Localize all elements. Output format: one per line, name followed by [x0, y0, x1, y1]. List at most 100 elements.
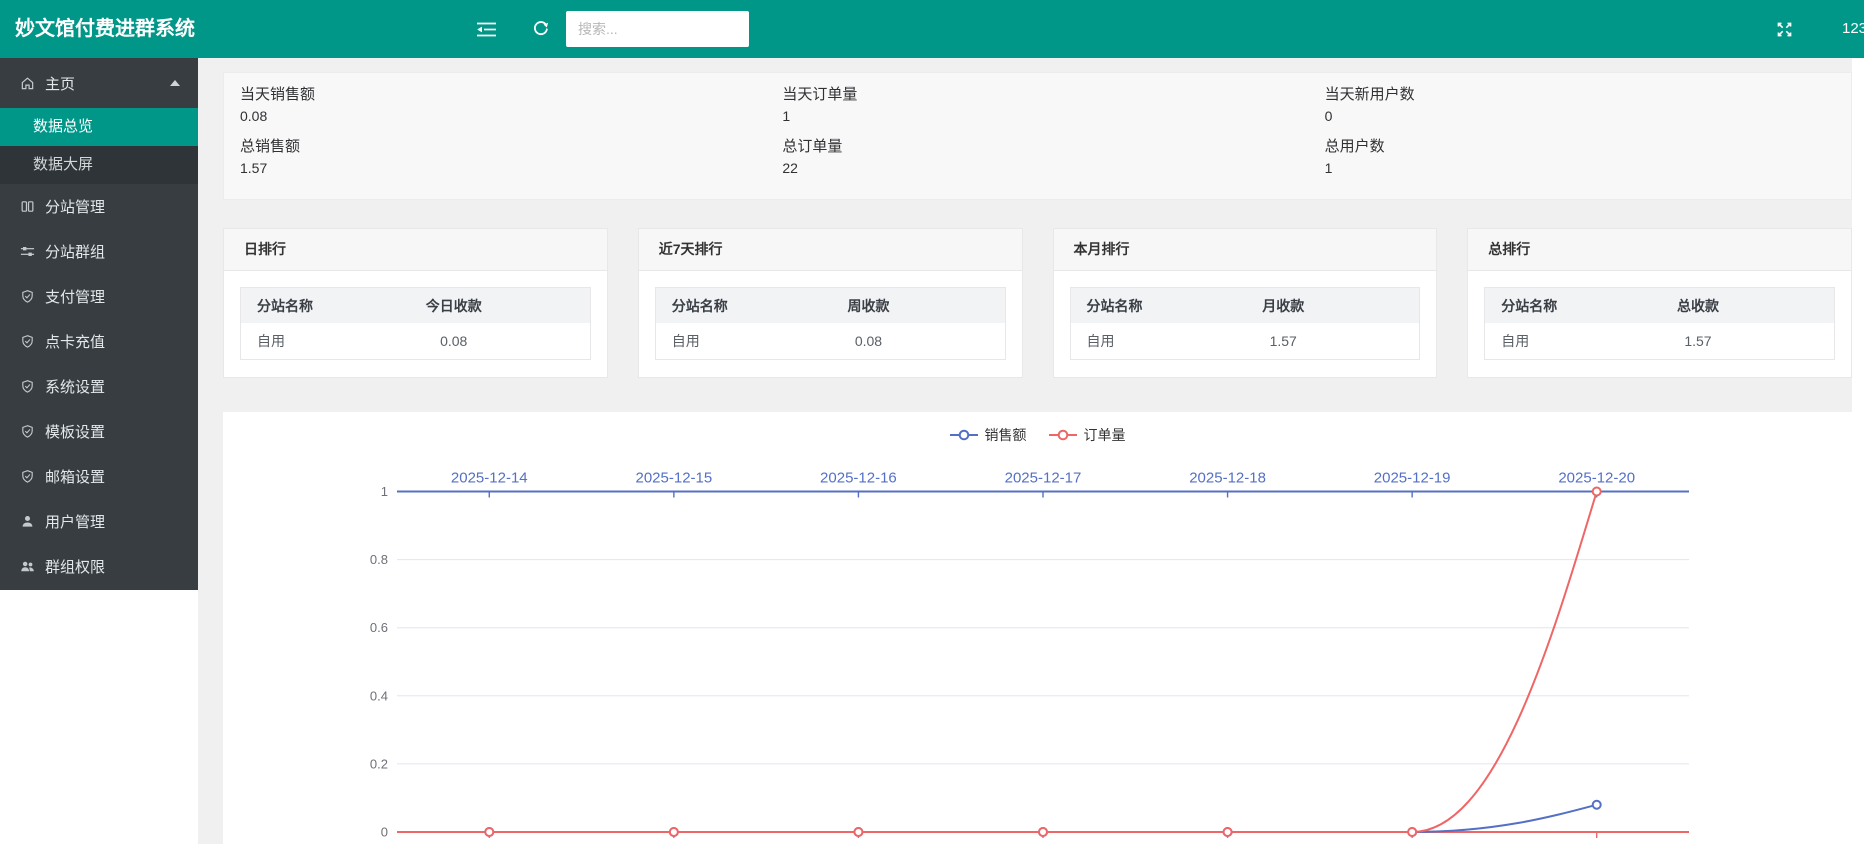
legend-item-0[interactable]: 销售额: [950, 425, 1027, 445]
topbar: 妙文馆付费进群系统 12345: [0, 0, 1864, 58]
ranking-card-title: 本月排行: [1054, 229, 1437, 271]
line-chart: 00.20.40.60.812025-12-142025-12-152025-1…: [223, 412, 1852, 844]
legend-label: 订单量: [1084, 425, 1126, 445]
ranking-card-2: 本月排行分站名称月收款自用1.57: [1053, 228, 1438, 378]
legend-label: 销售额: [985, 425, 1027, 445]
sidebar-item-label: 邮箱设置: [45, 466, 105, 487]
svg-text:2025-12-20: 2025-12-20: [1558, 470, 1635, 487]
sidebar-item-label: 群组权限: [45, 556, 105, 577]
ranking-card-1: 近7天排行分站名称周收款自用0.08: [638, 228, 1023, 378]
shield-check-icon: [20, 424, 35, 439]
ranking-table: 分站名称今日收款自用0.08: [240, 287, 591, 360]
table-header-row: 分站名称今日收款: [241, 288, 590, 323]
sidebar-item-4[interactable]: 点卡充值: [0, 319, 198, 364]
legend-item-1[interactable]: 订单量: [1049, 425, 1126, 445]
chart-panel: 销售额订单量 00.20.40.60.812025-12-142025-12-1…: [223, 412, 1852, 844]
sidebar-subitem-0-0[interactable]: 数据总览: [0, 108, 198, 146]
sidebar-item-1[interactable]: 分站管理: [0, 184, 198, 229]
legend-marker-icon: [1049, 429, 1077, 441]
svg-text:0.8: 0.8: [370, 552, 388, 567]
columns-icon: [20, 199, 35, 214]
stat-label: 总订单量: [782, 137, 1308, 157]
sidebar-item-0[interactable]: 主页: [0, 58, 198, 108]
ranking-card-body: 分站名称总收款自用1.57: [1468, 271, 1851, 360]
stats-panel: 当天销售额0.08当天订单量1当天新用户数0总销售额1.57总订单量22总用户数…: [223, 72, 1852, 200]
sidebar-subitem-0-1[interactable]: 数据大屏: [0, 146, 198, 184]
svg-text:2025-12-14: 2025-12-14: [451, 470, 528, 487]
col-header: 月收款: [1217, 296, 1350, 316]
sidebar-item-3[interactable]: 支付管理: [0, 274, 198, 319]
sidebar-item-6[interactable]: 模板设置: [0, 409, 198, 454]
table-row: 自用1.57: [1485, 323, 1834, 359]
stat-value: 22: [782, 157, 1308, 179]
sidebar-item-7[interactable]: 邮箱设置: [0, 454, 198, 499]
search-box: [566, 11, 749, 47]
shield-check-icon: [20, 379, 35, 394]
cell-site-name: 自用: [1485, 331, 1631, 351]
ranking-card-3: 总排行分站名称总收款自用1.57: [1467, 228, 1852, 378]
shield-check-icon: [20, 334, 35, 349]
sidebar-item-8[interactable]: 用户管理: [0, 499, 198, 544]
ranking-card-title: 日排行: [224, 229, 607, 271]
chevron-up-icon: [170, 80, 180, 86]
svg-text:1: 1: [381, 484, 388, 499]
ranking-card-title: 近7天排行: [639, 229, 1022, 271]
svg-text:2025-12-18: 2025-12-18: [1189, 470, 1266, 487]
stat-label: 当天销售额: [240, 85, 766, 105]
sidebar-item-9[interactable]: 群组权限: [0, 544, 198, 589]
collapse-menu-icon[interactable]: [477, 22, 496, 37]
cell-site-name: 自用: [241, 331, 387, 351]
stat-cell-1: 当天订单量1: [766, 85, 1308, 127]
stat-value: 1: [1325, 157, 1851, 179]
username[interactable]: 12345: [1842, 0, 1864, 58]
main-content: 当天销售额0.08当天订单量1当天新用户数0总销售额1.57总订单量22总用户数…: [198, 58, 1852, 844]
col-header: 分站名称: [241, 296, 387, 316]
sidebar-item-label: 点卡充值: [45, 331, 105, 352]
cell-amount: 0.08: [802, 333, 935, 349]
col-header: 分站名称: [1485, 296, 1631, 316]
cell-amount: 1.57: [1632, 333, 1765, 349]
ranking-table: 分站名称周收款自用0.08: [655, 287, 1006, 360]
svg-text:2025-12-15: 2025-12-15: [635, 470, 712, 487]
stat-cell-2: 当天新用户数0: [1309, 85, 1851, 127]
stat-label: 当天新用户数: [1325, 85, 1851, 105]
stat-value: 0: [1325, 105, 1851, 127]
stat-label: 总销售额: [240, 137, 766, 157]
ranking-card-body: 分站名称周收款自用0.08: [639, 271, 1022, 360]
stat-label: 总用户数: [1325, 137, 1851, 157]
sidebar-item-2[interactable]: 分站群组: [0, 229, 198, 274]
stat-value: 0.08: [240, 105, 766, 127]
sidebar-item-label: 分站群组: [45, 241, 105, 262]
table-header-row: 分站名称总收款: [1485, 288, 1834, 323]
svg-text:2025-12-16: 2025-12-16: [820, 470, 897, 487]
sidebar-item-label: 支付管理: [45, 286, 105, 307]
sidebar-item-label: 系统设置: [45, 376, 105, 397]
user-icon: [20, 514, 35, 529]
stat-cell-0: 当天销售额0.08: [224, 85, 766, 127]
cell-amount: 0.08: [387, 333, 520, 349]
sidebar-item-label: 主页: [45, 73, 75, 94]
app-title: 妙文馆付费进群系统: [15, 0, 195, 58]
svg-text:0.6: 0.6: [370, 620, 388, 635]
sidebar-item-label: 分站管理: [45, 196, 105, 217]
refresh-icon[interactable]: [532, 20, 549, 37]
search-input[interactable]: [566, 11, 749, 47]
col-header: 总收款: [1632, 296, 1765, 316]
fullscreen-icon[interactable]: [1776, 21, 1793, 38]
stat-cell-4: 总订单量22: [766, 137, 1308, 179]
shield-check-icon: [20, 469, 35, 484]
svg-text:0: 0: [381, 825, 388, 840]
sidebar-item-5[interactable]: 系统设置: [0, 364, 198, 409]
cell-site-name: 自用: [656, 331, 802, 351]
col-header: 分站名称: [656, 296, 802, 316]
legend-marker-icon: [950, 429, 978, 441]
table-row: 自用0.08: [241, 323, 590, 359]
svg-text:0.2: 0.2: [370, 756, 388, 771]
ranking-card-0: 日排行分站名称今日收款自用0.08: [223, 228, 608, 378]
ranking-table: 分站名称月收款自用1.57: [1070, 287, 1421, 360]
stat-value: 1: [782, 105, 1308, 127]
stat-cell-3: 总销售额1.57: [224, 137, 766, 179]
cell-amount: 1.57: [1217, 333, 1350, 349]
shield-check-icon: [20, 289, 35, 304]
ranking-card-title: 总排行: [1468, 229, 1851, 271]
